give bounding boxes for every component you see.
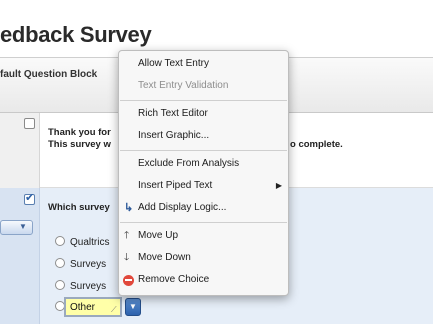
menu-item-label: Exclude From Analysis [138,158,240,169]
choice-3-radio[interactable] [55,280,65,290]
question-1-line-1: Thank you for [48,127,111,138]
chevron-down-icon: ▼ [129,302,137,311]
choice-options-dropdown-button[interactable]: ▼ [125,298,141,316]
choice-2[interactable]: Surveys [55,258,106,270]
survey-title: edback Survey [0,22,152,47]
display-logic-icon: ↳ [124,202,134,214]
menu-item-remove-choice[interactable]: Remove Choice [119,269,288,291]
resize-grip-icon[interactable]: ⟋ [111,306,117,314]
choice-3[interactable]: Surveys [55,280,106,292]
menu-item-label: Text Entry Validation [138,80,229,91]
question-2-text[interactable]: Which survey [48,202,110,213]
submenu-arrow-icon: ▶ [275,181,282,190]
menu-item-move-up[interactable]: 🡑 Move Up [119,225,288,247]
menu-item-label: Move Up [138,230,179,241]
menu-item-add-display-logic[interactable]: ↳ Add Display Logic... [119,197,288,219]
choice-2-radio[interactable] [55,258,65,268]
menu-separator [120,100,287,101]
menu-separator [120,150,287,151]
arrow-down-icon: 🡓 [124,252,130,263]
arrow-up-icon: 🡑 [124,230,130,241]
menu-item-label: Insert Graphic... [138,130,210,141]
question-1-line-2: This survey w [48,139,111,150]
question-options-dropdown-button[interactable]: ▼ [0,220,33,235]
remove-icon [123,275,134,286]
menu-item-label: Remove Choice [138,274,210,285]
question-1-text-tail: o complete. [290,139,343,150]
question-1-select-checkbox[interactable] [24,118,35,129]
menu-item-label: Move Down [138,252,191,263]
menu-item-rich-text-editor[interactable]: Rich Text Editor [119,103,288,125]
question-block-label: fault Question Block [0,69,98,80]
choice-1[interactable]: Qualtrics [55,236,109,248]
menu-item-exclude-from-analysis[interactable]: Exclude From Analysis [119,153,288,175]
question-2-gutter: ▼ [0,188,40,324]
menu-item-label: Insert Piped Text [138,180,213,191]
menu-item-allow-text-entry[interactable]: Allow Text Entry [119,53,288,75]
menu-item-label: Add Display Logic... [138,202,227,213]
choice-context-menu: Allow Text Entry Text Entry Validation R… [118,50,289,296]
question-1-text[interactable]: Thank you for This survey w [48,127,111,151]
chevron-down-icon: ▼ [19,222,27,231]
menu-item-insert-piped-text[interactable]: Insert Piped Text ▶ [119,175,288,197]
menu-item-label: Allow Text Entry [138,58,209,69]
choice-3-label[interactable]: Surveys [70,281,106,292]
menu-separator [120,222,287,223]
choice-1-label[interactable]: Qualtrics [70,237,109,248]
question-2-select-checkbox[interactable] [24,191,35,205]
choice-2-label[interactable]: Surveys [70,259,106,270]
question-1-gutter [0,113,40,188]
menu-item-insert-graphic[interactable]: Insert Graphic... [119,125,288,147]
choice-1-radio[interactable] [55,236,65,246]
menu-item-label: Rich Text Editor [138,108,208,119]
menu-item-move-down[interactable]: 🡓 Move Down [119,247,288,269]
menu-item-text-entry-validation: Text Entry Validation [119,75,288,97]
